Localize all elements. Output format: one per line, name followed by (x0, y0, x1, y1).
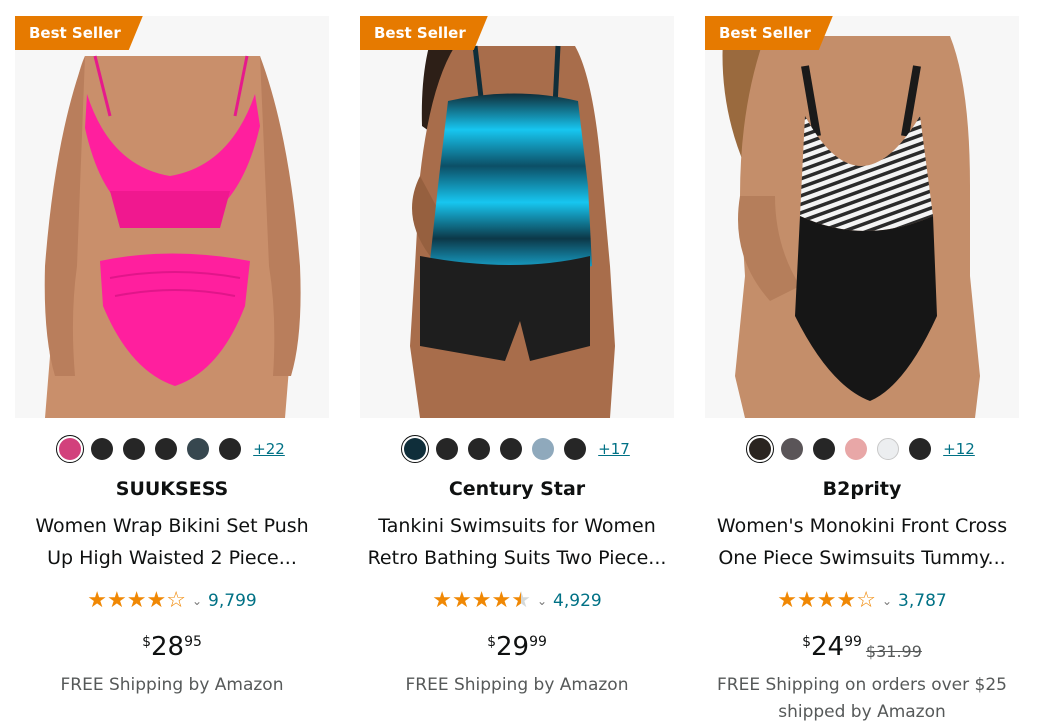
color-swatch[interactable] (564, 438, 587, 460)
product-image[interactable]: Best Seller (15, 16, 329, 418)
product-photo-tankini (410, 16, 615, 418)
color-swatch[interactable] (746, 435, 775, 463)
star-icon: ★ (777, 588, 798, 613)
star-icon: ★ (491, 588, 512, 613)
shipping-line: FREE Shipping on orders over $25 (717, 675, 1007, 695)
best-seller-badge: Best Seller (705, 16, 833, 50)
product-title-link[interactable]: Women's Monokini Front Cross One Piece S… (705, 510, 1019, 574)
best-seller-badge: Best Seller (15, 16, 143, 50)
price-row: $2499 $31.99 (705, 632, 1019, 662)
color-swatch[interactable] (187, 438, 210, 460)
price-whole: 28 (151, 632, 185, 662)
shipping-line: FREE Shipping by Amazon (405, 675, 629, 695)
chevron-down-icon[interactable]: ⌄ (192, 594, 202, 608)
star-icon: ★ (836, 588, 857, 613)
star-rating[interactable]: ★★★★☆ (777, 590, 876, 612)
price-fraction: 99 (844, 634, 862, 650)
color-swatch[interactable] (155, 438, 178, 460)
star-icon: ★ (471, 588, 492, 613)
color-swatch[interactable] (813, 438, 836, 460)
price-whole: 29 (496, 632, 530, 662)
star-rating[interactable]: ★★★★☆ (87, 590, 186, 612)
shipping-line: shipped by Amazon (778, 702, 946, 722)
product-image[interactable]: Best Seller (360, 16, 674, 418)
title-line: Women Wrap Bikini Set Push (35, 515, 309, 537)
more-colors-link[interactable]: +22 (253, 440, 285, 458)
price-fraction: 99 (529, 634, 547, 650)
title-line: Women's Monokini Front Cross (716, 515, 1008, 537)
color-swatch[interactable] (909, 438, 932, 460)
star-icon: ★ (797, 588, 817, 613)
color-swatch[interactable] (500, 438, 523, 460)
price-whole: 24 (811, 632, 845, 662)
price-row: $2895 (15, 632, 329, 662)
title-line: Up High Waisted 2 Piece... (47, 547, 297, 569)
price[interactable]: $2999 (487, 632, 547, 662)
price-fraction: 95 (184, 634, 202, 650)
shipping-info: FREE Shipping on orders over $25 shipped… (705, 672, 1019, 726)
more-colors-link[interactable]: +12 (943, 440, 975, 458)
star-rating[interactable]: ★★★★★ (432, 590, 531, 612)
price-currency: $ (802, 634, 811, 650)
price-row: $2999 (360, 632, 674, 662)
price-currency: $ (487, 634, 496, 650)
star-icon: ★ (452, 588, 472, 613)
rating-count-link[interactable]: 4,929 (553, 591, 602, 611)
rating-row: ★★★★☆ ⌄ 9,799 (15, 590, 329, 612)
color-swatch[interactable] (91, 438, 114, 460)
price-currency: $ (142, 634, 151, 650)
chevron-down-icon[interactable]: ⌄ (537, 594, 547, 608)
star-icon: ☆ (856, 588, 876, 613)
star-icon: ★ (87, 588, 108, 613)
star-icon: ★ (511, 588, 531, 613)
rating-count-link[interactable]: 3,787 (898, 591, 947, 611)
color-swatch[interactable] (781, 438, 804, 460)
product-card[interactable]: Best Seller (360, 16, 674, 695)
brand-name: Century Star (448, 478, 586, 500)
product-title-link[interactable]: Women Wrap Bikini Set Push Up High Waist… (15, 510, 329, 574)
price[interactable]: $2499 (802, 632, 862, 662)
star-icon: ☆ (166, 588, 186, 613)
color-swatch[interactable] (845, 438, 868, 460)
color-swatch[interactable] (401, 435, 430, 463)
star-icon: ★ (126, 588, 147, 613)
star-icon: ★ (816, 588, 837, 613)
chevron-down-icon[interactable]: ⌄ (882, 594, 892, 608)
color-swatches: +17 (360, 434, 674, 464)
rating-row: ★★★★☆ ⌄ 3,787 (705, 590, 1019, 612)
product-image[interactable]: Best Seller (705, 16, 1019, 418)
more-colors-link[interactable]: +17 (598, 440, 630, 458)
product-title-link[interactable]: Tankini Swimsuits for Women Retro Bathin… (360, 510, 674, 574)
title-line: One Piece Swimsuits Tummy... (718, 547, 1006, 569)
rating-row: ★★★★★ ⌄ 4,929 (360, 590, 674, 612)
shipping-line: FREE Shipping by Amazon (60, 675, 284, 695)
list-price: $31.99 (865, 642, 922, 661)
product-card[interactable]: Best Seller +22 SUUKSESS Women Wrap Biki… (15, 16, 329, 695)
color-swatch[interactable] (219, 438, 242, 460)
product-photo-monokini (722, 16, 980, 418)
star-icon: ★ (146, 588, 167, 613)
brand-name: SUUKSESS (115, 478, 229, 500)
color-swatch[interactable] (436, 438, 459, 460)
product-photo-bikini (44, 55, 301, 418)
star-icon: ★ (107, 588, 127, 613)
color-swatch[interactable] (877, 438, 900, 460)
best-seller-badge: Best Seller (360, 16, 488, 50)
color-swatch[interactable] (123, 438, 146, 460)
shipping-info: FREE Shipping by Amazon (360, 672, 674, 699)
color-swatches: +22 (15, 434, 329, 464)
product-card[interactable]: Best Seller (705, 16, 1019, 722)
star-icon: ★ (432, 588, 453, 613)
brand-name: B2prity (822, 478, 902, 500)
title-line: Tankini Swimsuits for Women (378, 515, 656, 537)
price[interactable]: $2895 (142, 632, 202, 662)
color-swatch[interactable] (468, 438, 491, 460)
shipping-info: FREE Shipping by Amazon (15, 672, 329, 699)
color-swatch[interactable] (532, 438, 555, 460)
color-swatch[interactable] (56, 435, 85, 463)
color-swatches: +12 (705, 434, 1019, 464)
title-line: Retro Bathing Suits Two Piece... (367, 547, 667, 569)
rating-count-link[interactable]: 9,799 (208, 591, 257, 611)
